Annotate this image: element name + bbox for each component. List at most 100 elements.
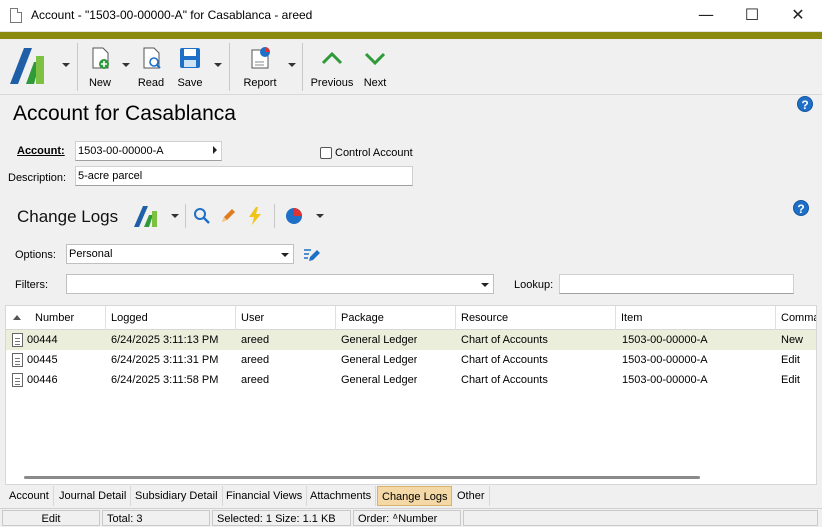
status-mode: Edit <box>2 510 100 526</box>
toolbar-separator <box>77 43 78 91</box>
help-icon[interactable]: ? <box>797 96 813 112</box>
toolbar-separator <box>302 43 303 91</box>
account-value: 1503-00-00000-A <box>78 145 164 157</box>
cell-number: 00444 <box>27 334 58 346</box>
cell-package: General Ledger <box>341 354 418 366</box>
tab-change-logs[interactable]: Change Logs <box>377 486 453 506</box>
cell-item: 1503-00-00000-A <box>622 334 708 346</box>
cell-logged: 6/24/2025 3:11:58 PM <box>111 374 219 386</box>
report-label: Report <box>243 77 277 89</box>
description-field[interactable]: 5-acre parcel <box>75 166 413 186</box>
column-header-logged[interactable]: Logged <box>106 306 236 330</box>
column-header-package[interactable]: Package <box>336 306 456 330</box>
accent-bar <box>0 32 822 39</box>
filters-label: Filters: <box>15 279 48 291</box>
report-button[interactable]: Report <box>238 43 282 91</box>
logs-menu-arrow-icon[interactable] <box>171 214 179 218</box>
next-button[interactable]: Next <box>359 43 391 91</box>
lookup-input[interactable] <box>559 274 794 294</box>
account-field[interactable]: 1503-00-00000-A <box>75 141 222 161</box>
app-logo-icon[interactable] <box>133 204 159 228</box>
page-title: Account for Casablanca <box>13 102 236 125</box>
tab-attachments[interactable]: Attachments <box>306 486 377 506</box>
cell-user: areed <box>241 334 270 346</box>
table-row[interactable]: 00446 6/24/2025 3:11:58 PM areed General… <box>6 370 816 390</box>
app-logo-icon[interactable] <box>8 44 48 86</box>
close-button[interactable]: ✕ <box>775 0 821 30</box>
cell-package: General Ledger <box>341 334 418 346</box>
status-total: Total: 3 <box>102 510 210 526</box>
log-document-icon <box>12 333 23 347</box>
control-account-checkbox[interactable] <box>320 147 332 159</box>
column-header-command[interactable]: Command <box>776 306 816 330</box>
lightning-icon[interactable] <box>247 206 263 226</box>
status-bar: Edit Total: 3 Selected: 1 Size: 1.1 KB O… <box>0 508 822 527</box>
previous-button[interactable]: Previous <box>309 43 355 91</box>
options-value: Personal <box>69 248 113 260</box>
save-button[interactable]: Save <box>174 43 206 91</box>
filters-dropdown-arrow-icon[interactable] <box>481 283 489 287</box>
options-label: Options: <box>15 249 56 261</box>
cell-resource: Chart of Accounts <box>461 374 548 386</box>
tab-financial-views[interactable]: Financial Views <box>222 486 308 506</box>
window-titlebar: Account - "1503-00-00000-A" for Casablan… <box>0 0 822 32</box>
sort-ascending-icon <box>13 315 21 320</box>
maximize-button[interactable]: ☐ <box>729 0 775 30</box>
log-document-icon <box>12 353 23 367</box>
pie-chart-icon[interactable] <box>285 207 303 225</box>
cell-resource: Chart of Accounts <box>461 334 548 346</box>
search-icon[interactable] <box>193 207 211 225</box>
cell-package: General Ledger <box>341 374 418 386</box>
cell-resource: Chart of Accounts <box>461 354 548 366</box>
edit-options-icon[interactable] <box>303 246 320 263</box>
report-menu-arrow-icon[interactable] <box>288 63 296 67</box>
cell-logged: 6/24/2025 3:11:31 PM <box>111 354 219 366</box>
cell-number: 00446 <box>27 374 58 386</box>
tab-account[interactable]: Account <box>5 486 54 506</box>
read-label: Read <box>137 77 165 89</box>
log-document-icon <box>12 373 23 387</box>
column-header-item[interactable]: Item <box>616 306 776 330</box>
document-icon <box>10 8 22 23</box>
options-dropdown-arrow-icon[interactable] <box>281 253 289 257</box>
account-lookup-arrow-icon[interactable] <box>213 146 217 154</box>
edit-pencil-icon[interactable] <box>219 207 237 225</box>
grid-header: Number Logged User Package Resource Item… <box>6 306 816 330</box>
detail-tabs: Account Journal Detail Subsidiary Detail… <box>0 486 822 507</box>
cell-item: 1503-00-00000-A <box>622 374 708 386</box>
horizontal-scrollbar[interactable] <box>24 476 700 479</box>
description-label: Description: <box>8 172 67 184</box>
cell-user: areed <box>241 354 270 366</box>
minimize-button[interactable]: — <box>683 0 729 30</box>
column-header-resource[interactable]: Resource <box>456 306 616 330</box>
report-chart-icon <box>251 47 270 69</box>
change-logs-help-icon[interactable]: ? <box>793 200 809 216</box>
toolbar-separator <box>229 43 230 91</box>
tab-subsidiary-detail[interactable]: Subsidiary Detail <box>131 486 223 506</box>
new-button[interactable]: New <box>84 43 116 91</box>
tab-journal-detail[interactable]: Journal Detail <box>55 486 132 506</box>
logo-menu-arrow-icon[interactable] <box>62 63 70 67</box>
table-row[interactable]: 00445 6/24/2025 3:11:31 PM areed General… <box>6 350 816 370</box>
new-menu-arrow-icon[interactable] <box>122 63 130 67</box>
control-account-label: Control Account <box>335 147 413 159</box>
toolbar-separator <box>185 204 186 228</box>
column-header-user[interactable]: User <box>236 306 336 330</box>
read-button[interactable]: Read <box>134 43 168 91</box>
options-select[interactable]: Personal <box>66 244 294 264</box>
cell-user: areed <box>241 374 270 386</box>
save-menu-arrow-icon[interactable] <box>214 63 222 67</box>
filters-select[interactable] <box>66 274 494 294</box>
description-value: 5-acre parcel <box>78 170 143 182</box>
chevron-down-icon <box>364 52 386 66</box>
cell-logged: 6/24/2025 3:11:13 PM <box>111 334 219 346</box>
column-header-number[interactable]: Number <box>6 306 106 330</box>
new-label: New <box>88 77 111 89</box>
table-row[interactable]: 00444 6/24/2025 3:11:13 PM areed General… <box>6 330 816 350</box>
tab-other[interactable]: Other <box>453 486 490 506</box>
status-selected: Selected: 1 Size: 1.1 KB <box>212 510 351 526</box>
cell-command: Edit <box>781 354 800 366</box>
change-logs-grid: Number Logged User Package Resource Item… <box>5 305 817 485</box>
save-disk-icon <box>180 48 200 68</box>
chart-menu-arrow-icon[interactable] <box>316 214 324 218</box>
